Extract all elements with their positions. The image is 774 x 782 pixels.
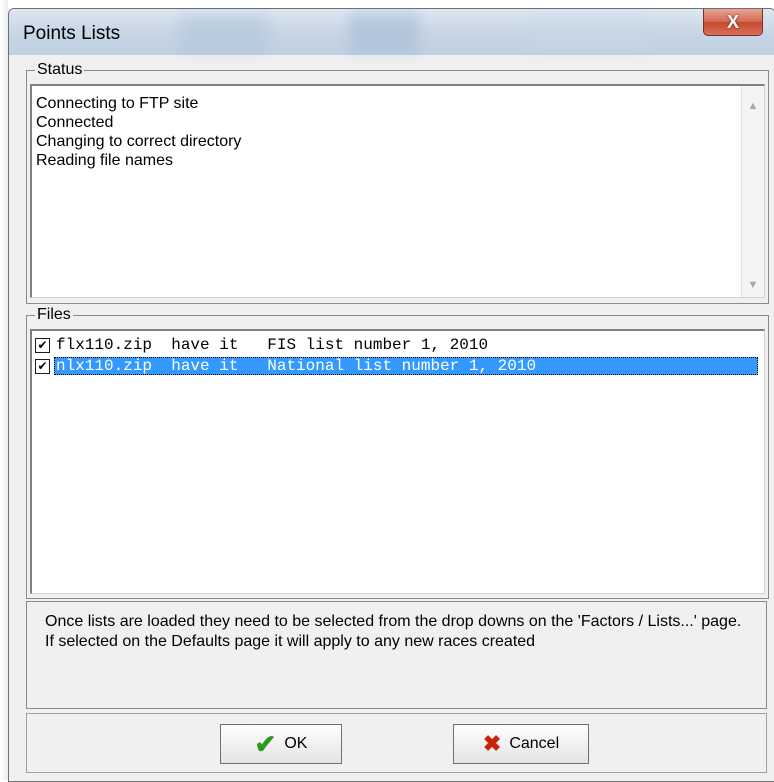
checkmark-icon: ✔ (254, 729, 277, 759)
status-line: Changing to correct directory (36, 133, 242, 150)
title-bar[interactable]: Points Lists X (9, 9, 774, 55)
status-line: Reading file names (36, 152, 173, 169)
status-lines: Connecting to FTP site Connected Changin… (36, 94, 241, 170)
file-row-text: flx110.zip have it FIS list number 1, 20… (56, 336, 489, 354)
background-edge (0, 0, 8, 780)
status-scrollbar[interactable]: ▲ ▼ (741, 86, 764, 297)
close-icon: X (726, 11, 739, 32)
file-row-flx110[interactable]: ✔ flx110.zip have it FIS list number 1, … (35, 335, 490, 355)
cross-icon: ✖ (482, 731, 502, 756)
info-panel: Once lists are loaded they need to be se… (26, 601, 767, 709)
status-line: Connecting to FTP site (36, 95, 199, 112)
status-line: Connected (36, 114, 114, 131)
checkmark-icon: ✔ (37, 358, 48, 373)
cancel-button[interactable]: ✖ Cancel (453, 724, 589, 764)
files-group-label: Files (35, 306, 73, 324)
ok-button-label: OK (284, 735, 308, 752)
file-checkbox[interactable]: ✔ (35, 337, 50, 353)
button-bar: ✔ OK ✖ Cancel (26, 713, 767, 773)
ok-button[interactable]: ✔ OK (220, 724, 342, 764)
info-text: Once lists are loaded they need to be se… (45, 613, 742, 650)
files-list[interactable]: ✔ flx110.zip have it FIS list number 1, … (30, 329, 765, 594)
status-log[interactable]: Connecting to FTP site Connected Changin… (30, 84, 765, 298)
close-button[interactable]: X (703, 9, 763, 36)
window-title: Points Lists (23, 23, 121, 44)
status-group: Status Connecting to FTP site Connected … (26, 61, 769, 304)
checkmark-icon: ✔ (37, 337, 48, 352)
scroll-down-arrow-icon[interactable]: ▼ (742, 279, 764, 291)
cancel-button-label: Cancel (509, 735, 560, 752)
files-group: Files ✔ flx110.zip have it FIS list numb… (26, 306, 769, 599)
status-group-label: Status (35, 61, 85, 79)
file-row-text: nlx110.zip have it National list number … (54, 357, 758, 375)
points-lists-dialog: Points Lists X Status Connecting to FTP … (8, 8, 774, 782)
scroll-up-arrow-icon[interactable]: ▲ (742, 100, 764, 112)
file-row-nlx110[interactable]: ✔ nlx110.zip have it National list numbe… (35, 356, 758, 376)
file-checkbox[interactable]: ✔ (35, 358, 50, 374)
